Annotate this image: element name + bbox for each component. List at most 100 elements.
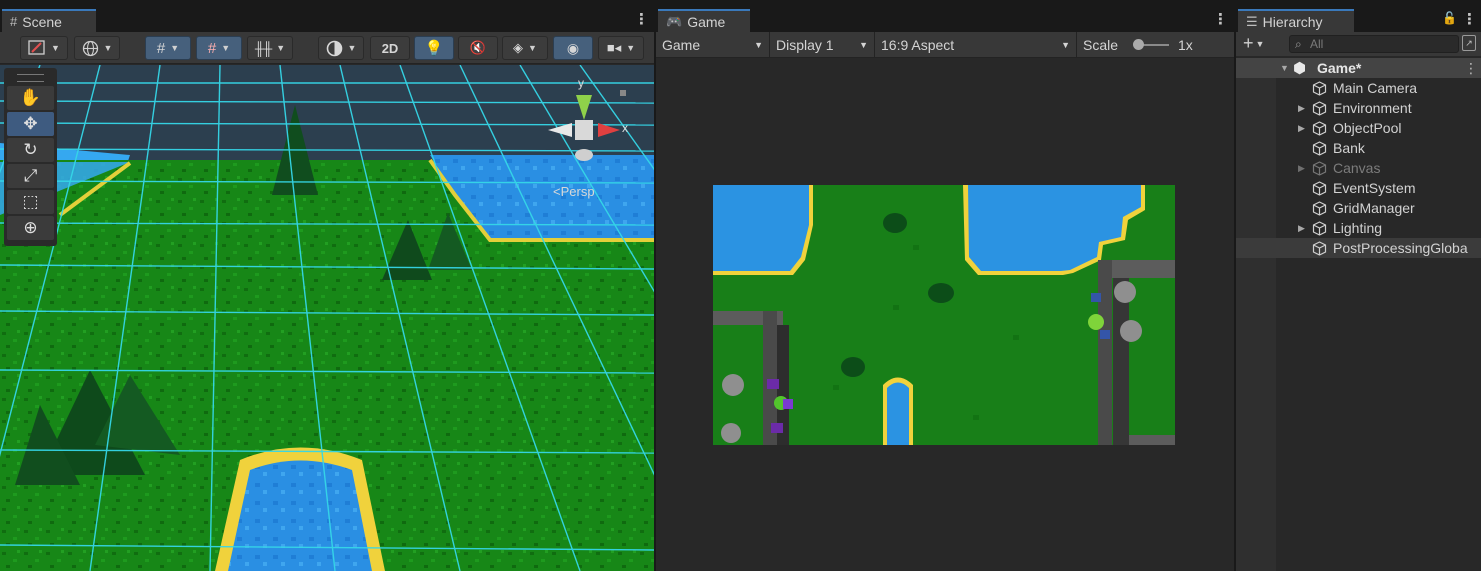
hierarchy-item-label: Canvas bbox=[1333, 160, 1381, 176]
hierarchy-item[interactable]: GridManager bbox=[1236, 198, 1481, 218]
eye-slash-icon: ◉ bbox=[566, 39, 580, 56]
game-mode-value: Game bbox=[662, 37, 701, 53]
toolstrip-handle[interactable] bbox=[17, 74, 44, 82]
display-select[interactable]: Display 1 ▼ bbox=[770, 32, 875, 58]
gameobject-cube-icon bbox=[1312, 100, 1327, 116]
gameobject-cube-icon bbox=[1312, 240, 1327, 256]
rect-tool-icon[interactable]: ⬚ bbox=[7, 190, 54, 214]
display-value: Display 1 bbox=[776, 37, 834, 53]
scene-panel: # Scene ⋮ ▼ ▼ # ▼ # ▼ ╫╫ ▼ ▼ 2D 💡 🔇 ◈ ▼ … bbox=[0, 6, 654, 571]
camera-settings-dropdown[interactable]: ■◂ ▼ bbox=[598, 36, 644, 60]
hierarchy-item-label: EventSystem bbox=[1333, 180, 1416, 196]
tab-game[interactable]: 🎮 Game bbox=[658, 9, 750, 32]
gameobject-cube-icon bbox=[1312, 220, 1327, 236]
rotate-tool-icon[interactable]: ↻ bbox=[7, 138, 54, 162]
chevron-down-icon: ▼ bbox=[1061, 40, 1070, 50]
snap-grid-dropdown[interactable]: # ▼ bbox=[145, 36, 191, 60]
shaded-sphere-icon bbox=[326, 40, 342, 56]
expand-arrow-icon[interactable]: ▶ bbox=[1298, 223, 1305, 234]
lock-icon[interactable]: 🔓 bbox=[1442, 11, 1457, 25]
scene-viewport[interactable]: y x bbox=[0, 65, 654, 571]
increment-snap-dropdown[interactable]: # ▼ bbox=[196, 36, 242, 60]
effects-dropdown[interactable]: ◈ ▼ bbox=[502, 36, 548, 60]
tab-hierarchy[interactable]: ☰ Hierarchy bbox=[1238, 9, 1354, 32]
gameobject-cube-icon bbox=[1312, 120, 1327, 136]
tab-game-label: Game bbox=[687, 13, 726, 30]
hierarchy-item-label: Bank bbox=[1333, 140, 1365, 156]
gameobject-cube-icon bbox=[1312, 180, 1327, 196]
globe-icon bbox=[82, 40, 98, 56]
hierarchy-item[interactable]: EventSystem bbox=[1236, 178, 1481, 198]
hierarchy-item-label: GridManager bbox=[1333, 200, 1415, 216]
expand-arrow-icon[interactable]: ▶ bbox=[1298, 103, 1305, 114]
hierarchy-tree: ▼ ⬢ Game* ⋮ Main Camera ▶ Environment ▶ … bbox=[1236, 58, 1481, 571]
unity-scene-icon: ⬢ bbox=[1293, 60, 1307, 77]
hierarchy-item[interactable]: ▶ Lighting bbox=[1236, 218, 1481, 238]
snap-grid-icon: # bbox=[156, 39, 166, 57]
shading-mode-dropdown[interactable]: ▼ bbox=[318, 36, 364, 60]
transform-tool-icon[interactable]: ⊕ bbox=[7, 216, 54, 240]
hidden-objects-toggle[interactable]: ◉ bbox=[553, 36, 593, 60]
hierarchy-tabbar: ☰ Hierarchy 🔓 ⋮ bbox=[1236, 6, 1481, 32]
hierarchy-item[interactable]: Bank bbox=[1236, 138, 1481, 158]
scale-tool-icon[interactable]: ⤢ bbox=[7, 164, 54, 188]
expand-arrow-icon[interactable]: ▶ bbox=[1298, 163, 1305, 174]
camera-icon: ■◂ bbox=[606, 40, 622, 55]
hand-tool-icon[interactable]: ✋ bbox=[7, 86, 54, 110]
list-icon: ☰ bbox=[1246, 13, 1258, 29]
grid-lines-icon: ╫╫ bbox=[254, 40, 272, 56]
hierarchy-item[interactable]: ▶ Canvas bbox=[1236, 158, 1481, 178]
hierarchy-item-selected[interactable]: PostProcessingGloba bbox=[1236, 238, 1481, 258]
game-mode-select[interactable]: Game ▼ bbox=[656, 32, 770, 58]
draw-mode-icon bbox=[28, 40, 45, 55]
search-placeholder: All bbox=[1310, 37, 1324, 51]
hierarchy-menu-icon[interactable]: ⋮ bbox=[1462, 10, 1477, 28]
hierarchy-root[interactable]: ▼ ⬢ Game* ⋮ bbox=[1236, 58, 1481, 78]
scale-label: Scale bbox=[1083, 37, 1119, 53]
scale-slider-knob[interactable] bbox=[1133, 39, 1144, 50]
hierarchy-item-label: PostProcessingGloba bbox=[1333, 240, 1468, 256]
layers-icon: ◈ bbox=[513, 40, 524, 55]
chevron-down-icon: ▼ bbox=[1255, 39, 1265, 50]
root-menu-icon[interactable]: ⋮ bbox=[1464, 60, 1478, 77]
gizmo-y-label: y bbox=[578, 76, 584, 90]
aspect-select[interactable]: 16:9 Aspect ▼ bbox=[875, 32, 1077, 58]
tab-scene[interactable]: # Scene bbox=[2, 9, 96, 32]
hierarchy-panel: ☰ Hierarchy 🔓 ⋮ + ▼ ⌕ All ↗ ▼ ⬢ Game* ⋮ M… bbox=[1236, 6, 1481, 571]
expand-arrow-icon[interactable]: ▶ bbox=[1298, 123, 1305, 134]
lighting-toggle[interactable]: 💡 bbox=[414, 36, 454, 60]
game-panel: 🎮 Game ⋮ Game ▼ Display 1 ▼ 16:9 Aspect ▼ S… bbox=[656, 6, 1234, 571]
hierarchy-item[interactable]: ▶ Environment bbox=[1236, 98, 1481, 118]
game-menu-icon[interactable]: ⋮ bbox=[1213, 10, 1228, 28]
hierarchy-item[interactable]: ▶ ObjectPool bbox=[1236, 118, 1481, 138]
hierarchy-item-label: ObjectPool bbox=[1333, 120, 1402, 136]
game-view[interactable] bbox=[713, 185, 1175, 445]
gameobject-cube-icon bbox=[1312, 140, 1327, 156]
global-local-dropdown[interactable]: ▼ bbox=[74, 36, 120, 60]
gamepad-icon: 🎮 bbox=[666, 13, 683, 29]
root-label: Game* bbox=[1317, 60, 1362, 76]
perspective-label[interactable]: <Persp bbox=[553, 184, 595, 199]
scene-menu-icon[interactable]: ⋮ bbox=[634, 10, 649, 28]
move-tool-icon[interactable]: ✥ bbox=[7, 112, 54, 136]
expand-arrow-icon[interactable]: ▼ bbox=[1280, 63, 1289, 73]
gameobject-cube-icon bbox=[1312, 200, 1327, 216]
search-icon: ⌕ bbox=[1295, 37, 1302, 51]
gameobject-cube-icon bbox=[1312, 80, 1327, 96]
hierarchy-item[interactable]: Main Camera bbox=[1236, 78, 1481, 98]
audio-toggle[interactable]: 🔇 bbox=[458, 36, 498, 60]
grid-visibility-dropdown[interactable]: ╫╫ ▼ bbox=[247, 36, 293, 60]
aspect-value: 16:9 Aspect bbox=[881, 37, 955, 53]
hierarchy-toolbar: + ▼ ⌕ All ↗ bbox=[1236, 32, 1481, 56]
scene-visibility-icon[interactable]: ↗ bbox=[1462, 35, 1476, 51]
scene-tabbar: # Scene ⋮ bbox=[0, 6, 654, 32]
toggle-2d-label: 2D bbox=[381, 40, 399, 56]
grid-icon: # bbox=[10, 14, 18, 29]
transform-tools: ✋ ✥ ↻ ⤢ ⬚ ⊕ bbox=[4, 68, 57, 246]
add-object-button[interactable]: + ▼ bbox=[1243, 33, 1264, 54]
hierarchy-item-label: Environment bbox=[1333, 100, 1412, 116]
hierarchy-search-input[interactable]: ⌕ All bbox=[1289, 35, 1459, 53]
toggle-2d-button[interactable]: 2D bbox=[370, 36, 410, 60]
tab-scene-label: Scene bbox=[22, 13, 62, 30]
draw-mode-dropdown[interactable]: ▼ bbox=[20, 36, 68, 60]
